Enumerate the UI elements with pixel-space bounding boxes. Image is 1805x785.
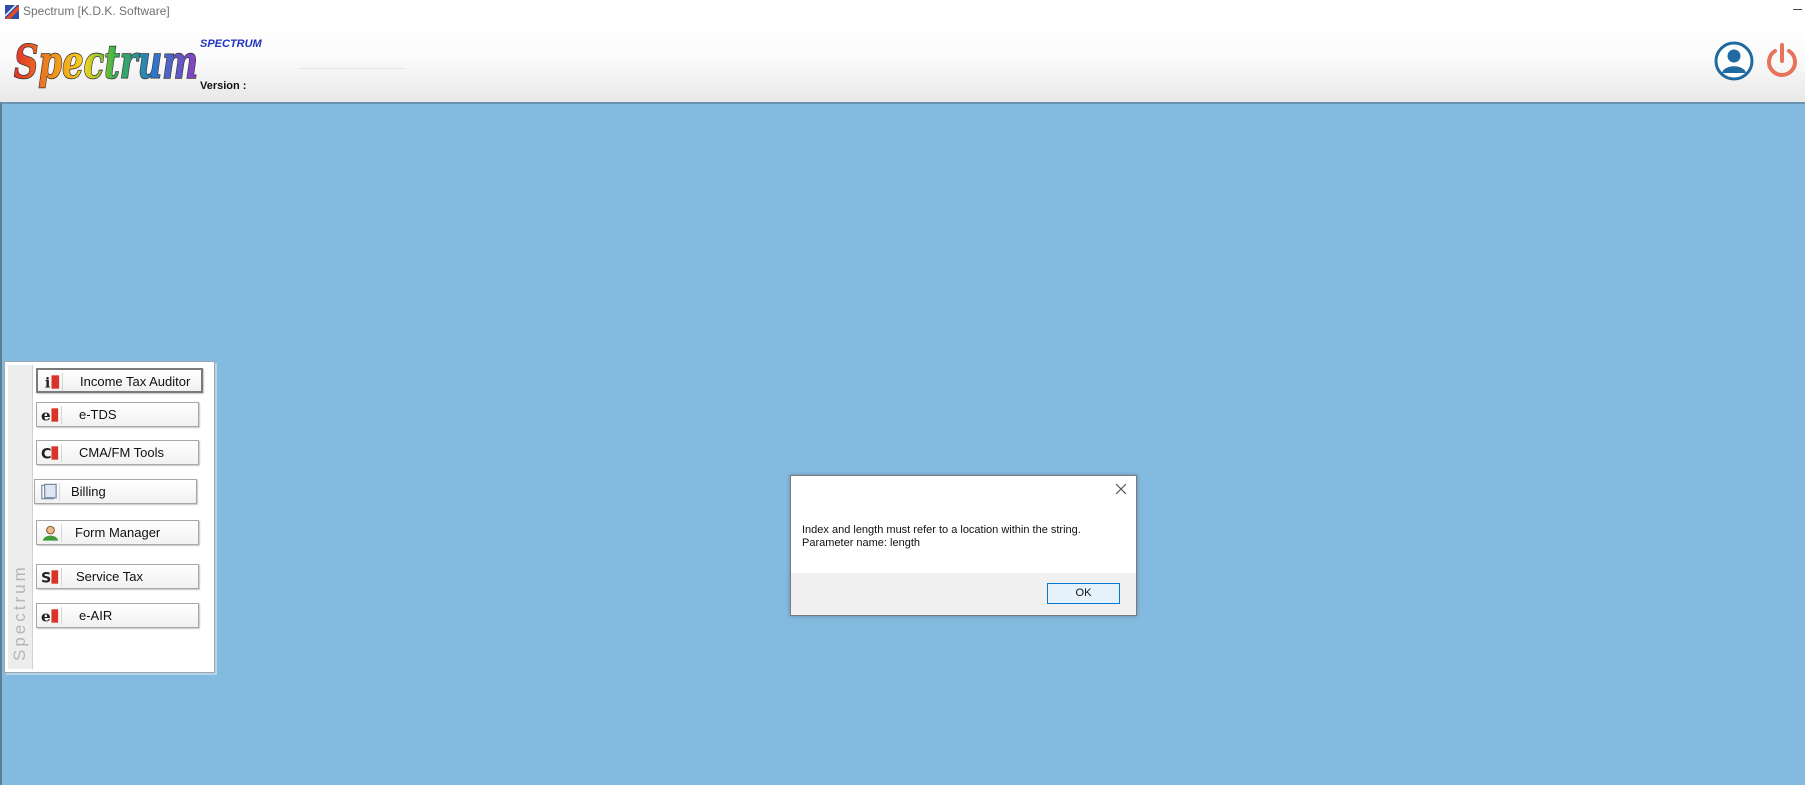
workspace-area: Spectrum i Income Tax Auditor e e-TDS C … (0, 102, 1805, 785)
income-tax-auditor-icon: i (45, 373, 63, 391)
dialog-message-line1: Index and length must refer to a locatio… (802, 524, 1081, 536)
etds-label: e-TDS (79, 407, 117, 422)
svg-text:e: e (41, 407, 51, 424)
eair-label: e-AIR (79, 608, 113, 623)
window-titlebar: Spectrum [K.D.K. Software] (0, 0, 1805, 24)
form-manager-button[interactable]: Form Manager (36, 520, 199, 545)
etds-icon: e (41, 406, 62, 424)
panel-strip-label: Spectrum (10, 564, 29, 661)
cma-fm-tools-icon: C (41, 444, 62, 462)
income-tax-auditor-button[interactable]: i Income Tax Auditor (36, 368, 203, 393)
close-icon[interactable] (1114, 482, 1128, 496)
svg-text:S: S (41, 571, 51, 586)
window-title: Spectrum [K.D.K. Software] (23, 4, 170, 18)
dialog-message: Index and length must refer to a locatio… (802, 524, 1122, 550)
billing-button[interactable]: Billing (34, 479, 197, 504)
ok-button[interactable]: OK (1047, 583, 1120, 604)
app-icon (5, 5, 19, 19)
svg-text:C: C (41, 447, 52, 462)
form-manager-icon (42, 524, 62, 542)
income-tax-auditor-label: Income Tax Auditor (80, 374, 191, 389)
eair-icon: e (41, 607, 62, 625)
svg-text:e: e (41, 608, 51, 625)
error-dialog: Index and length must refer to a locatio… (790, 475, 1137, 616)
etds-button[interactable]: e e-TDS (36, 402, 199, 427)
cma-fm-tools-button[interactable]: C CMA/FM Tools (36, 440, 199, 465)
dialog-footer: OK (791, 573, 1136, 615)
service-tax-button[interactable]: S Service Tax (36, 564, 199, 589)
service-tax-label: Service Tax (76, 569, 143, 584)
panel-strip: Spectrum (8, 365, 33, 669)
eair-button[interactable]: e e-AIR (36, 603, 199, 628)
version-label: Version : (200, 80, 247, 92)
svg-text:Spectrum: Spectrum (14, 35, 198, 89)
brand-label: SPECTRUM (200, 38, 262, 50)
power-icon[interactable] (1762, 41, 1802, 81)
user-icon[interactable] (1714, 41, 1754, 81)
svg-text:i: i (45, 376, 51, 391)
app-header: Spectrum SPECTRUM Version : (0, 24, 1805, 102)
spectrum-logo: Spectrum (13, 34, 199, 90)
minimize-button[interactable] (1791, 0, 1803, 16)
form-manager-label: Form Manager (75, 525, 161, 540)
service-tax-icon: S (41, 568, 62, 586)
dialog-message-line2: Parameter name: length (802, 537, 921, 549)
header-divider (300, 68, 405, 69)
billing-label: Billing (71, 484, 106, 499)
module-panel: Spectrum i Income Tax Auditor e e-TDS C … (4, 361, 215, 673)
cma-fm-tools-label: CMA/FM Tools (79, 445, 164, 460)
billing-icon (41, 483, 60, 501)
